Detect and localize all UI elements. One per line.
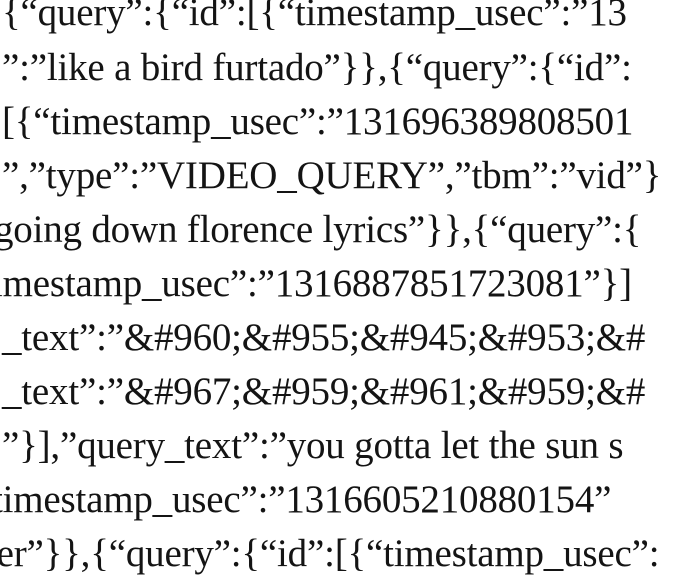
text-line-11: ter”}},{“query”:{“id”:[{“timestamp_usec”…	[0, 532, 660, 575]
text-line-2: ”:”like a bird furtado”}},{“query”:{“id”…	[2, 46, 632, 89]
text-line-5: going down florence lyrics”}},{“query”:{	[0, 208, 642, 251]
text-line-1: {“query”:{“id”:[{“timestamp_usec”:”13	[2, 0, 627, 34]
text-line-10: timestamp_usec”:”1316605210880154”	[0, 478, 612, 521]
text-line-6: imestamp_usec”:”1316887851723081”}]	[0, 262, 632, 305]
text-line-9: ”}],”query_text”:”you gotta let the sun …	[2, 424, 624, 467]
text-line-7: _text”:”&#960;&#955;&#945;&#953;&#	[2, 316, 646, 359]
text-line-3: [{“timestamp_usec”:”131696389808501	[2, 100, 634, 143]
text-line-8: _text”:”&#967;&#959;&#961;&#959;&#	[2, 370, 646, 413]
text-line-4: ”,”type”:”VIDEO_QUERY”,”tbm”:”vid”}	[2, 154, 662, 197]
document-page: {“query”:{“id”:[{“timestamp_usec”:”13 ”:…	[0, 0, 700, 588]
